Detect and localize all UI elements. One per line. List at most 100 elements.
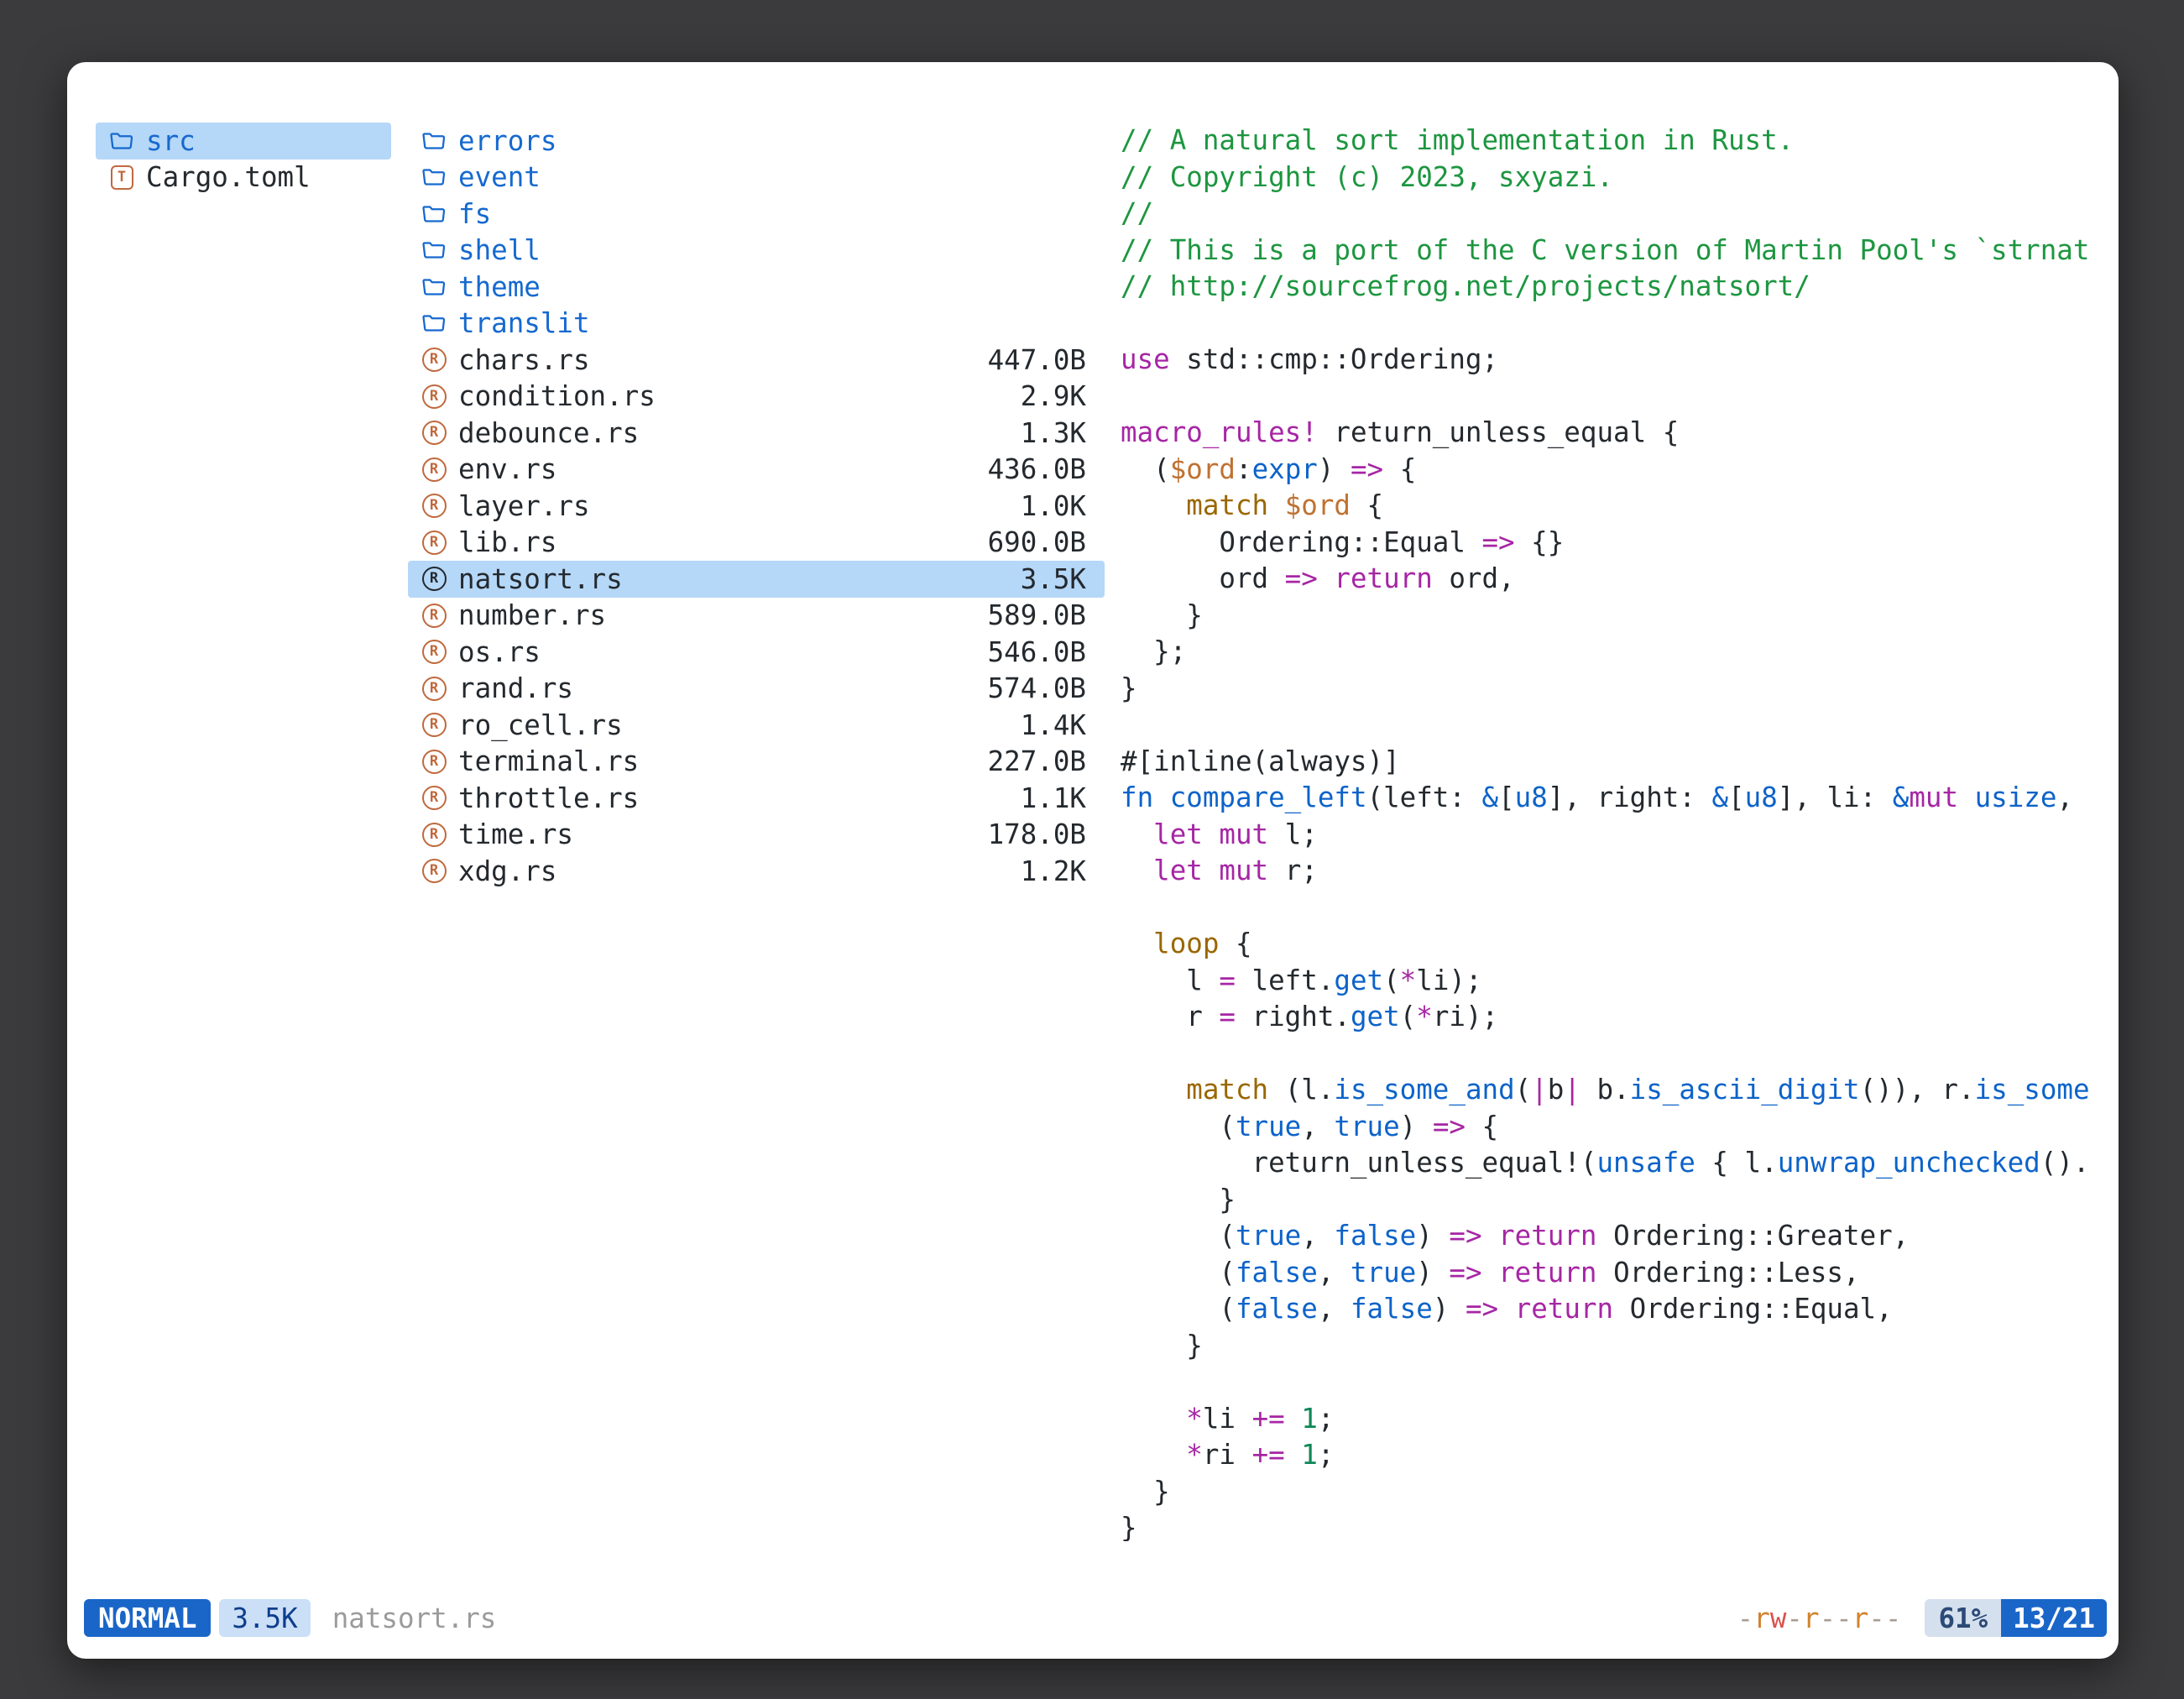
- code-line: //: [1121, 196, 2110, 233]
- open-folder-icon: [419, 311, 449, 336]
- item-name: layer.rs: [458, 490, 590, 522]
- file-item-condition.rs[interactable]: Rcondition.rs2.9K: [408, 379, 1105, 416]
- file-item-debounce.rs[interactable]: Rdebounce.rs 1.3K: [408, 415, 1105, 452]
- rust-file-icon: R: [419, 348, 449, 372]
- item-name: ro_cell.rs: [458, 709, 623, 741]
- code-line: return_unless_equal!(unsafe { l.unwrap_u…: [1121, 1145, 2110, 1182]
- cursor-position-badge: 13/21: [2001, 1599, 2107, 1637]
- item-size: 3.5K: [1021, 563, 1105, 595]
- item-size: 447.0B: [988, 344, 1105, 376]
- code-line: [1121, 707, 2110, 744]
- file-item-env.rs[interactable]: Renv.rs436.0B: [408, 452, 1105, 489]
- item-size: 227.0B: [988, 745, 1105, 777]
- code-line: }: [1121, 1510, 2110, 1541]
- file-item-rand.rs[interactable]: Rrand.rs 574.0B: [408, 671, 1105, 708]
- file-item-shell[interactable]: shell: [408, 233, 1105, 269]
- item-name: time.rs: [458, 818, 573, 850]
- open-folder-icon: [419, 201, 449, 227]
- code-line: match $ord {: [1121, 488, 2110, 525]
- rust-file-icon: R: [419, 604, 449, 628]
- item-size: 2.9K: [1021, 380, 1105, 412]
- code-line: }: [1121, 1328, 2110, 1365]
- item-name: src: [146, 125, 196, 157]
- code-line: [1121, 306, 2110, 342]
- item-name: fs: [458, 198, 491, 230]
- item-name: chars.rs: [458, 344, 590, 376]
- code-line: *ri += 1;: [1121, 1437, 2110, 1474]
- parent-item-Cargo.toml[interactable]: T Cargo.toml: [96, 159, 391, 196]
- item-size: 1.2K: [1021, 855, 1105, 887]
- file-item-errors[interactable]: errors: [408, 123, 1105, 159]
- rust-file-icon: R: [419, 494, 449, 518]
- file-item-xdg.rs[interactable]: Rxdg.rs1.2K: [408, 853, 1105, 890]
- code-line: Ordering::Equal => {}: [1121, 525, 2110, 562]
- status-bar: NORMAL 3.5K natsort.rs -rw-r--r-- 61% 13…: [84, 1599, 2107, 1637]
- mode-badge: NORMAL: [84, 1599, 211, 1637]
- item-name: debounce.rs: [458, 417, 639, 449]
- code-line: r = right.get(*ri);: [1121, 999, 2110, 1036]
- code-line: [1121, 1364, 2110, 1401]
- open-folder-icon: [419, 165, 449, 190]
- item-name: errors: [458, 125, 556, 157]
- code-line: *li += 1;: [1121, 1401, 2110, 1438]
- code-line: (false, true) => return Ordering::Less,: [1121, 1255, 2110, 1292]
- file-item-chars.rs[interactable]: Rchars.rs 447.0B: [408, 342, 1105, 379]
- item-name: natsort.rs: [458, 563, 623, 595]
- file-item-event[interactable]: event: [408, 159, 1105, 196]
- item-name: Cargo.toml: [146, 161, 311, 193]
- item-size: 574.0B: [988, 672, 1105, 704]
- preview-pane: // A natural sort implementation in Rust…: [1121, 123, 2110, 1541]
- rust-file-icon: R: [419, 859, 449, 883]
- item-name: rand.rs: [458, 672, 573, 704]
- file-item-natsort.rs[interactable]: Rnatsort.rs 3.5K: [408, 561, 1105, 598]
- code-line: (false, false) => return Ordering::Equal…: [1121, 1291, 2110, 1328]
- file-item-throttle.rs[interactable]: Rthrottle.rs1.1K: [408, 780, 1105, 817]
- item-name: translit: [458, 307, 590, 339]
- status-filename: natsort.rs: [332, 1602, 497, 1634]
- file-permissions: -rw-r--r--: [1737, 1602, 1902, 1634]
- rust-file-icon: R: [419, 421, 449, 445]
- code-line: loop {: [1121, 926, 2110, 963]
- file-item-os.rs[interactable]: Ros.rs546.0B: [408, 634, 1105, 671]
- code-line: ord => return ord,: [1121, 561, 2110, 598]
- file-item-time.rs[interactable]: Rtime.rs178.0B: [408, 817, 1105, 854]
- open-folder-icon: [419, 274, 449, 300]
- rust-file-icon: R: [419, 640, 449, 664]
- code-line: l = left.get(*li);: [1121, 963, 2110, 1000]
- item-name: theme: [458, 271, 541, 303]
- file-item-translit[interactable]: translit: [408, 306, 1105, 342]
- code-line: ($ord:expr) => {: [1121, 452, 2110, 489]
- file-item-terminal.rs[interactable]: Rterminal.rs 227.0B: [408, 744, 1105, 781]
- code-line: fn compare_left(left: &[u8], right: &[u8…: [1121, 780, 2110, 817]
- status-right-group: -rw-r--r-- 61% 13/21: [1737, 1599, 2107, 1637]
- open-folder-icon: [419, 238, 449, 263]
- item-name: shell: [458, 234, 541, 266]
- code-line: // A natural sort implementation in Rust…: [1121, 123, 2110, 159]
- file-item-theme[interactable]: theme: [408, 269, 1105, 306]
- code-line: };: [1121, 634, 2110, 671]
- item-name: terminal.rs: [458, 745, 639, 777]
- file-item-ro_cell.rs[interactable]: Rro_cell.rs1.4K: [408, 707, 1105, 744]
- file-item-fs[interactable]: fs: [408, 196, 1105, 233]
- code-line: #[inline(always)]: [1121, 744, 2110, 781]
- file-item-lib.rs[interactable]: Rlib.rs690.0B: [408, 525, 1105, 562]
- rust-file-icon: R: [419, 567, 449, 591]
- item-size: 1.0K: [1021, 490, 1105, 522]
- file-item-layer.rs[interactable]: Rlayer.rs 1.0K: [408, 488, 1105, 525]
- item-size: 436.0B: [988, 453, 1105, 485]
- rust-file-icon: R: [419, 677, 449, 701]
- toml-file-icon: T: [107, 165, 137, 190]
- code-line: (true, true) => {: [1121, 1109, 2110, 1146]
- item-name: condition.rs: [458, 380, 656, 412]
- item-size: 1.4K: [1021, 709, 1105, 741]
- file-item-number.rs[interactable]: Rnumber.rs589.0B: [408, 598, 1105, 635]
- item-size: 1.3K: [1021, 417, 1105, 449]
- item-name: env.rs: [458, 453, 556, 485]
- code-line: [1121, 379, 2110, 416]
- code-line: // Copyright (c) 2023, sxyazi.: [1121, 159, 2110, 196]
- rust-file-icon: R: [419, 750, 449, 774]
- item-name: event: [458, 161, 541, 193]
- file-size-chip: 3.5K: [219, 1599, 310, 1637]
- parent-item-src[interactable]: src: [96, 123, 391, 159]
- rust-file-icon: R: [419, 823, 449, 847]
